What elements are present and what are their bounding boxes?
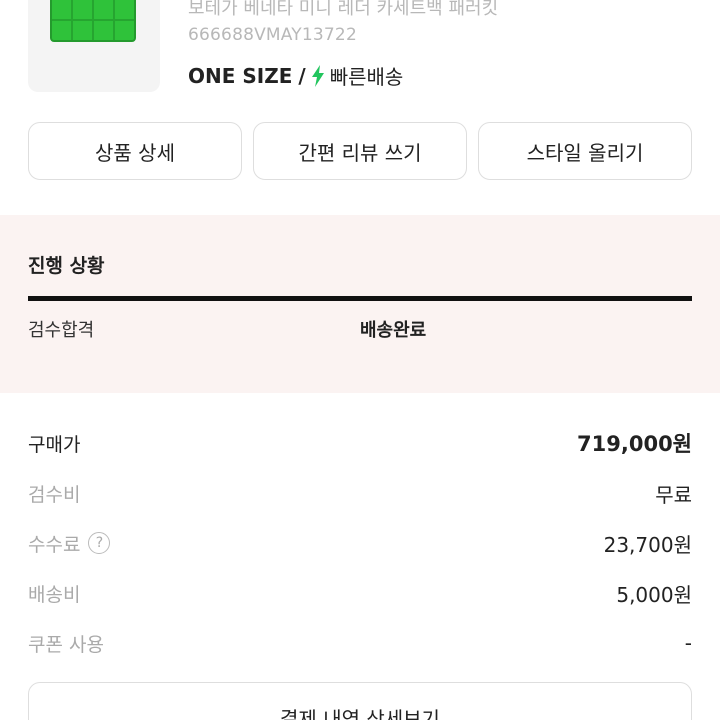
action-buttons: 상품 상세 간편 리뷰 쓰기 스타일 올리기 [28,122,692,180]
inspection-fee-label: 검수비 [28,483,81,506]
delivery-fee-label: 배송비 [28,583,81,606]
product-size-row: ONE SIZE / 빠른배송 [188,61,403,90]
product-name: 보테가 베네타 미니 레더 카세트백 패러킷 [188,0,499,19]
progress-bar [28,296,692,301]
step-inspection-passed: 검수합격 [28,320,95,341]
commission-label-wrap: 수수료 ? [28,530,111,557]
price-breakdown: 구매가 719,000원 검수비 무료 수수료 ? 23,700원 배송비 5,… [28,418,692,668]
progress-title: 진행 상황 [28,255,105,277]
commission-label: 수수료 [28,533,81,556]
inspection-fee-value: 무료 [655,482,692,507]
progress-section: 진행 상황 검수합격 배송완료 [0,215,720,393]
purchase-price-value: 719,000원 [577,432,692,456]
commission-row: 수수료 ? 23,700원 [28,518,692,568]
question-circle-icon[interactable]: ? [88,532,111,554]
inspection-fee-row: 검수비 무료 [28,468,692,518]
lightning-bolt-icon [311,64,324,87]
purchase-price-row: 구매가 719,000원 [28,418,692,468]
product-summary: 보테가 베네타 미니 레더 카세트백 패러킷 666688VMAY13722 O… [0,0,720,110]
step-delivered: 배송완료 [360,320,427,341]
coupon-row: 쿠폰 사용 - [28,618,692,668]
quick-review-button[interactable]: 간편 리뷰 쓰기 [253,122,467,180]
commission-value: 23,700원 [603,532,692,557]
delivery-fee-value: 5,000원 [616,582,692,607]
upload-style-button[interactable]: 스타일 올리기 [478,122,692,180]
product-size: ONE SIZE [188,63,293,88]
coupon-value: - [684,631,692,655]
bag-weave-pattern [52,0,134,40]
bag-image [50,0,136,42]
payment-detail-button[interactable]: 결제 내역 상세보기 [28,682,692,720]
delivery-fee-row: 배송비 5,000원 [28,568,692,618]
size-separator: / [298,63,306,88]
product-thumbnail[interactable] [28,0,160,92]
product-code: 666688VMAY13722 [188,25,357,45]
fast-delivery-label: 빠른배송 [329,65,404,89]
product-detail-button[interactable]: 상품 상세 [28,122,242,180]
coupon-label: 쿠폰 사용 [28,633,104,656]
purchase-price-label: 구매가 [28,433,81,456]
